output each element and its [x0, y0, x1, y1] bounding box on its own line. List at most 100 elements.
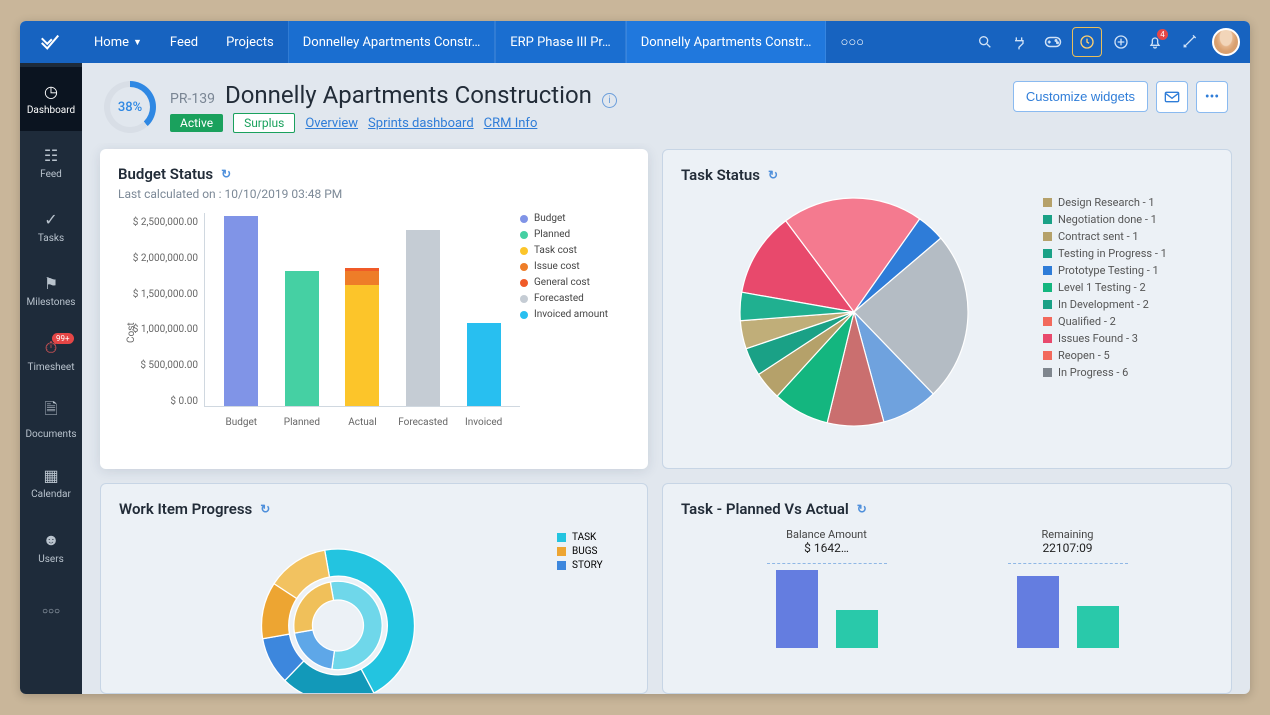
- y-tick: $ 2,500,000.00: [118, 217, 204, 228]
- top-nav: Home ▼ Feed Projects Donnelley Apartment…: [20, 21, 1250, 63]
- bar-segment: [345, 285, 379, 406]
- task-status-legend: Design Research - 1Negotiation done - 1C…: [1043, 192, 1213, 432]
- nav-tab-label: Donnelley Apartments Constr…: [303, 35, 481, 50]
- refresh-icon[interactable]: ↻: [768, 168, 778, 182]
- legend-item: Issues Found - 3: [1043, 332, 1213, 345]
- legend-swatch-icon: [557, 533, 566, 542]
- legend-item: Qualified - 2: [1043, 315, 1213, 328]
- nav-feed-label: Feed: [170, 35, 198, 50]
- legend-label: General cost: [534, 277, 590, 288]
- sidebar-item-more[interactable]: ○○○: [20, 579, 82, 643]
- tpa-bars: [1017, 570, 1119, 648]
- bar-segment: [467, 323, 501, 406]
- sidebar-item-milestones[interactable]: ⚑ Milestones: [20, 259, 82, 323]
- legend-swatch-icon: [520, 231, 528, 239]
- legend-item: Forecasted: [520, 293, 630, 304]
- sidebar-item-label: Tasks: [38, 233, 64, 244]
- nav-tab-1[interactable]: ERP Phase III Pr…: [495, 21, 625, 63]
- legend-swatch-icon: [1043, 368, 1052, 377]
- legend-item: General cost: [520, 277, 630, 288]
- bar-group: Planned: [278, 271, 326, 406]
- legend-item: Reopen - 5: [1043, 349, 1213, 362]
- plus-icon[interactable]: [1106, 27, 1136, 57]
- legend-label: Planned: [534, 229, 570, 240]
- legend-item: Testing in Progress - 1: [1043, 247, 1213, 260]
- tab-sprints-dashboard[interactable]: Sprints dashboard: [368, 116, 474, 131]
- nav-tab-2[interactable]: Donnelly Apartments Constr…: [626, 21, 827, 63]
- info-icon[interactable]: i: [602, 93, 617, 108]
- legend-label: Issue cost: [534, 261, 580, 272]
- legend-label: Design Research - 1: [1058, 196, 1155, 209]
- legend-label: BUGS: [572, 546, 597, 557]
- bell-icon[interactable]: 4: [1140, 27, 1170, 57]
- refresh-icon[interactable]: ↻: [221, 167, 231, 181]
- bar-label: Budget: [226, 417, 258, 428]
- sidebar-item-label: Milestones: [27, 297, 76, 308]
- content: 38% PR-139 Donnelly Apartments Construct…: [82, 63, 1250, 694]
- bar-group: Actual: [338, 268, 386, 406]
- nav-tab-0[interactable]: Donnelley Apartments Constr…: [288, 21, 496, 63]
- legend-item: Contract sent - 1: [1043, 230, 1213, 243]
- card-sub-value: 10/10/2019 03:48 PM: [225, 187, 343, 201]
- search-icon[interactable]: [970, 27, 1000, 57]
- tpa-column: Remaining22107:09: [962, 528, 1173, 678]
- divider: [767, 563, 887, 564]
- nav-more[interactable]: ○○○: [826, 21, 878, 63]
- gamepad-icon[interactable]: [1038, 27, 1068, 57]
- sidebar-item-documents[interactable]: 🗎 Documents: [20, 387, 82, 451]
- tpa-value: $ 1642…: [804, 541, 849, 555]
- legend-item: Invoiced amount: [520, 309, 630, 320]
- tpa-label: Remaining: [1042, 528, 1094, 541]
- sidebar-item-calendar[interactable]: ▦ Calendar: [20, 451, 82, 515]
- tools-icon[interactable]: [1174, 27, 1204, 57]
- legend-item: Design Research - 1: [1043, 196, 1213, 209]
- more-options-button[interactable]: •••: [1196, 81, 1228, 113]
- bar-label: Actual: [348, 417, 376, 428]
- legend-label: TASK: [572, 532, 596, 543]
- customize-widgets-button[interactable]: Customize widgets: [1013, 81, 1148, 112]
- users-icon: ☻: [43, 530, 60, 550]
- status-surplus-badge: Surplus: [233, 113, 295, 133]
- budget-legend: BudgetPlannedTask costIssue costGeneral …: [520, 213, 630, 433]
- brand-logo[interactable]: [20, 21, 80, 63]
- legend-swatch-icon: [1043, 283, 1052, 292]
- sidebar-item-feed[interactable]: ☷ Feed: [20, 131, 82, 195]
- nav-home[interactable]: Home ▼: [80, 21, 156, 63]
- tab-crm-info[interactable]: CRM Info: [484, 116, 538, 131]
- tab-overview[interactable]: Overview: [305, 116, 358, 131]
- bar: [776, 570, 818, 648]
- nav-feed[interactable]: Feed: [156, 21, 212, 63]
- tasks-icon: ✓: [44, 210, 57, 229]
- legend-label: Task cost: [534, 245, 577, 256]
- plug-icon[interactable]: [1004, 27, 1034, 57]
- progress-value: 38%: [110, 87, 150, 127]
- app-window: Home ▼ Feed Projects Donnelley Apartment…: [20, 21, 1250, 694]
- header-actions: Customize widgets •••: [1013, 81, 1228, 113]
- sidebar-item-label: Documents: [25, 429, 76, 440]
- refresh-icon[interactable]: ↻: [857, 502, 867, 516]
- mail-button[interactable]: [1156, 81, 1188, 113]
- tpa-column: Balance Amount$ 1642…: [721, 528, 932, 678]
- task-planned-vs-actual-card: Task - Planned Vs Actual ↻ Balance Amoun…: [662, 483, 1232, 694]
- legend-label: Reopen - 5: [1058, 349, 1110, 362]
- work-item-progress-card: Work Item Progress ↻ TASKBUGSSTORY: [100, 483, 648, 694]
- legend-label: Contract sent - 1: [1058, 230, 1139, 243]
- status-active-badge: Active: [170, 114, 223, 132]
- feed-icon: ☷: [44, 146, 58, 165]
- nav-right-icons: 4: [970, 27, 1250, 57]
- clock-icon[interactable]: [1072, 27, 1102, 57]
- bar-label: Planned: [284, 417, 320, 428]
- legend-swatch-icon: [1043, 215, 1052, 224]
- sidebar-item-users[interactable]: ☻ Users: [20, 515, 82, 579]
- nav-projects[interactable]: Projects: [212, 21, 288, 63]
- calendar-icon: ▦: [43, 466, 58, 485]
- sidebar-item-timesheet[interactable]: ⏱ 99+ Timesheet: [20, 323, 82, 387]
- project-title: Donnelly Apartments Construction: [225, 81, 592, 109]
- sidebar-item-dashboard[interactable]: ◷ Dashboard: [20, 67, 82, 131]
- ellipsis-icon: ○○○: [840, 34, 864, 50]
- card-sub-label: Last calculated on :: [118, 187, 225, 201]
- sidebar-item-tasks[interactable]: ✓ Tasks: [20, 195, 82, 259]
- legend-item: Planned: [520, 229, 630, 240]
- user-avatar[interactable]: [1212, 28, 1240, 56]
- refresh-icon[interactable]: ↻: [260, 502, 270, 516]
